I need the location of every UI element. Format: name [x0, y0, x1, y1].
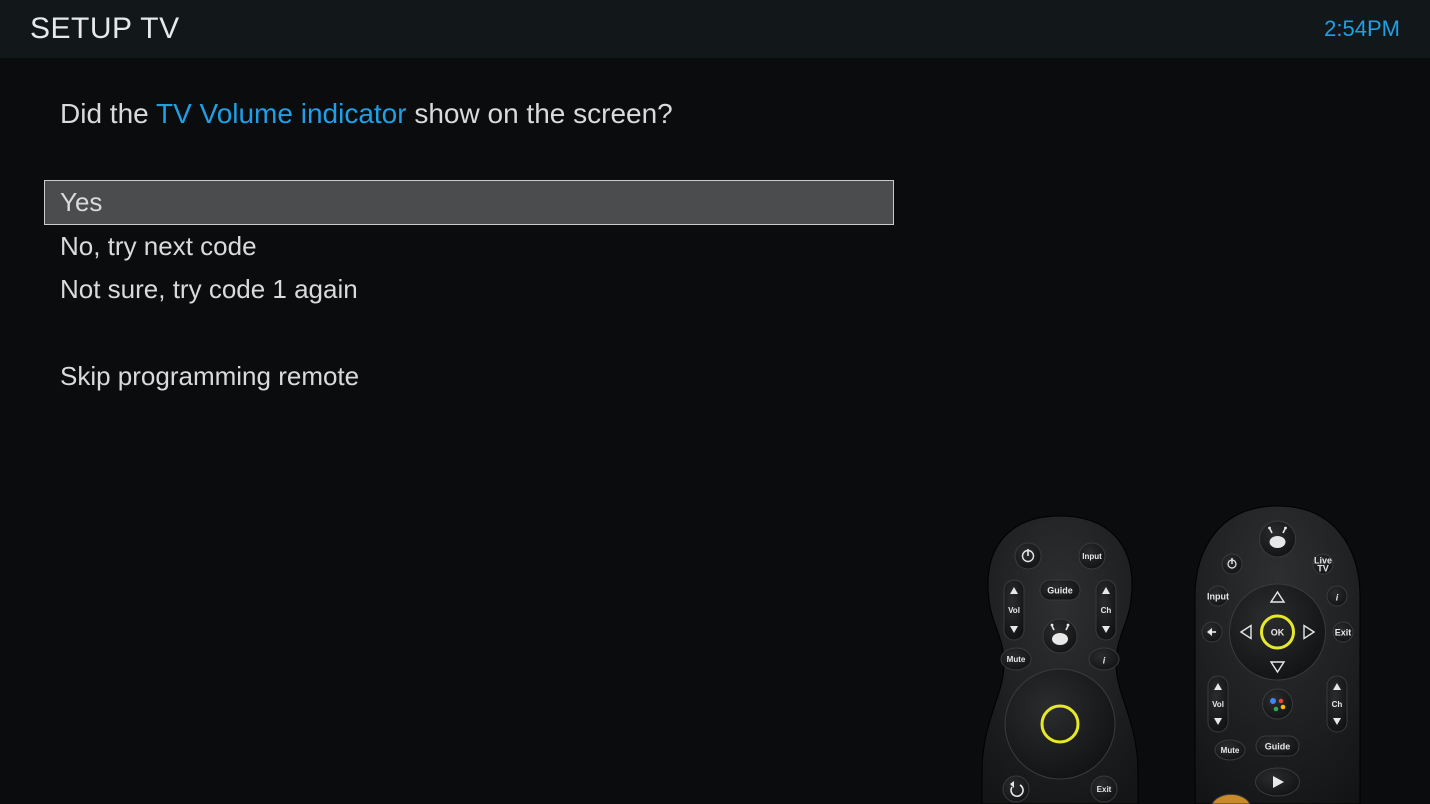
assistant-button — [1263, 689, 1293, 719]
question-pre: Did the — [60, 98, 156, 129]
play-button — [1256, 768, 1300, 796]
dpad: OK — [1230, 584, 1326, 680]
exit-button: Exit — [1091, 776, 1117, 802]
page-title: SETUP TV — [30, 12, 180, 46]
svg-text:Exit: Exit — [1335, 627, 1352, 637]
power-button — [1015, 543, 1041, 569]
power-button — [1222, 554, 1242, 574]
question-text: Did the TV Volume indicator show on the … — [60, 98, 1370, 130]
svg-text:Input: Input — [1082, 552, 1102, 561]
back-button — [1003, 776, 1029, 802]
tivo-button — [1043, 619, 1077, 653]
svg-text:Ch: Ch — [1332, 700, 1343, 709]
exit-button: Exit — [1333, 622, 1353, 642]
options-list: Yes No, try next code Not sure, try code… — [44, 180, 894, 398]
svg-text:Vol: Vol — [1212, 700, 1224, 709]
option-no[interactable]: No, try next code — [44, 225, 894, 268]
question-post: show on the screen? — [407, 98, 673, 129]
svg-text:Exit: Exit — [1097, 785, 1112, 794]
option-notsure[interactable]: Not sure, try code 1 again — [44, 268, 894, 311]
svg-text:Mute: Mute — [1007, 655, 1026, 664]
svg-text:TV: TV — [1317, 563, 1329, 573]
option-skip[interactable]: Skip programming remote — [44, 355, 894, 398]
channel-rocker: Ch — [1096, 580, 1116, 640]
info-button: i — [1327, 586, 1347, 606]
nav-ring — [1005, 669, 1115, 779]
info-button: i — [1089, 648, 1119, 670]
svg-text:Ch: Ch — [1101, 606, 1112, 615]
input-button: Input — [1079, 543, 1105, 569]
channel-rocker: Ch — [1327, 676, 1347, 732]
volume-rocker: Vol — [1208, 676, 1228, 732]
svg-text:OK: OK — [1271, 627, 1285, 637]
clock: 2:54PM — [1324, 16, 1400, 42]
remote-a: Input Guide Vol Ch — [980, 514, 1140, 804]
mute-button: Mute — [1001, 648, 1031, 670]
question-highlight: TV Volume indicator — [156, 98, 407, 129]
guide-button: Guide — [1256, 736, 1299, 756]
livetv-button: Live TV — [1313, 554, 1333, 574]
volume-rocker: Vol — [1004, 580, 1024, 640]
guide-button: Guide — [1040, 580, 1080, 600]
input-button: Input — [1207, 586, 1229, 606]
remotes-illustration: Input Guide Vol Ch — [980, 504, 1365, 804]
svg-text:Input: Input — [1207, 591, 1229, 601]
main-content: Did the TV Volume indicator show on the … — [0, 58, 1430, 398]
svg-text:Guide: Guide — [1265, 741, 1291, 751]
back-button — [1202, 622, 1222, 642]
option-yes[interactable]: Yes — [44, 180, 894, 225]
header-bar: SETUP TV 2:54PM — [0, 0, 1430, 58]
svg-text:Vol: Vol — [1008, 606, 1020, 615]
remote-b: Live TV Input i — [1190, 504, 1365, 804]
svg-text:Mute: Mute — [1221, 746, 1240, 755]
svg-text:Guide: Guide — [1047, 585, 1073, 595]
mute-button: Mute — [1215, 740, 1245, 760]
tivo-button — [1260, 521, 1296, 557]
